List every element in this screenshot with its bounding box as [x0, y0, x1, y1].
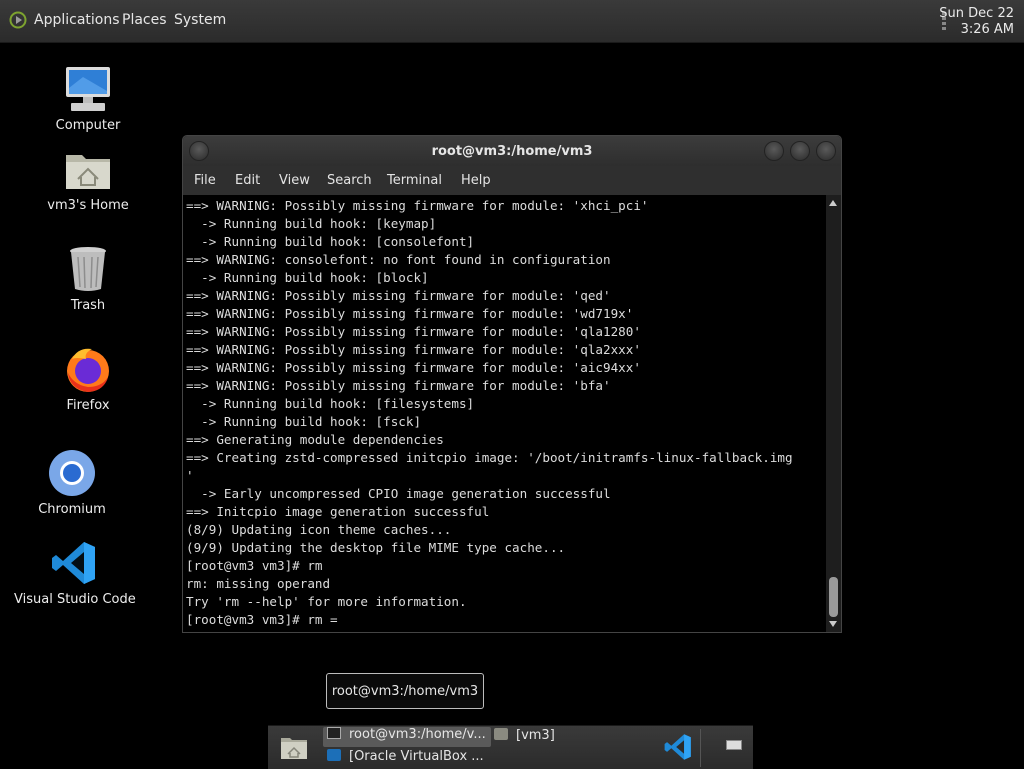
system-menu[interactable]: System: [174, 12, 226, 28]
desktop-icon-vscode[interactable]: Visual Studio Code: [14, 538, 136, 607]
menu-terminal[interactable]: Terminal: [387, 173, 442, 188]
desktop-icon-label: vm3's Home: [47, 198, 129, 213]
terminal-line: ==> WARNING: Possibly missing firmware f…: [186, 360, 641, 375]
firefox-icon: [67, 348, 109, 392]
terminal-line: [root@vm3 vm3]# rm =: [186, 612, 338, 627]
window-title: root@vm3:/home/vm3: [431, 144, 593, 159]
task-terminal[interactable]: root@vm3:/home/v...: [323, 727, 491, 747]
workspace-switcher-icon[interactable]: [726, 740, 742, 750]
system-menu-logo-icon[interactable]: [9, 11, 27, 29]
panel-separator: [700, 729, 701, 767]
terminal-line: [root@vm3 vm3]# rm: [186, 558, 323, 573]
task-vm3[interactable]: [vm3]: [494, 728, 604, 748]
terminal-line: -> Early uncompressed CPIO image generat…: [186, 486, 611, 501]
show-desktop-folder-icon[interactable]: [280, 734, 308, 760]
scroll-up-arrow-icon[interactable]: [829, 200, 837, 206]
terminal-line: ==> WARNING: Possibly missing firmware f…: [186, 288, 611, 303]
terminal-line: -> Running build hook: [fsck]: [186, 414, 422, 429]
task-label: root@vm3:/home/v...: [349, 727, 486, 742]
menu-view[interactable]: View: [279, 173, 310, 188]
terminal-icon: [327, 727, 341, 739]
terminal-line: ==> WARNING: Possibly missing firmware f…: [186, 306, 634, 321]
desktop-icon-label: Visual Studio Code: [14, 592, 136, 607]
terminal-line: ==> WARNING: consolefont: no font found …: [186, 252, 611, 267]
task-label: [Oracle VirtualBox ...: [349, 749, 484, 764]
top-panel: Applications Places System Sun Dec 22 3:…: [0, 0, 1024, 43]
trash-icon: [70, 247, 106, 291]
desktop-icon-trash[interactable]: Trash: [28, 244, 148, 313]
clock-date: Sun Dec 22: [939, 6, 1014, 21]
terminal-line: ==> Initcpio image generation successful: [186, 504, 490, 519]
terminal-line: Try 'rm --help' for more information.: [186, 594, 467, 609]
desktop-icon-label: Firefox: [66, 398, 110, 413]
chromium-icon: [49, 450, 95, 496]
applications-menu[interactable]: Applications: [34, 12, 120, 28]
terminal-line: ': [186, 468, 194, 483]
terminal-output[interactable]: ==> WARNING: Possibly missing firmware f…: [183, 195, 826, 632]
desktop-icon-label: Trash: [70, 298, 106, 313]
taskbar-tooltip: root@vm3:/home/vm3: [326, 673, 484, 709]
desktop-icon-label: Computer: [55, 118, 121, 133]
terminal-line: ==> Generating module dependencies: [186, 432, 444, 447]
tooltip-text: root@vm3:/home/vm3: [331, 684, 479, 699]
terminal-line: ==> WARNING: Possibly missing firmware f…: [186, 198, 649, 213]
menu-search[interactable]: Search: [327, 173, 372, 188]
task-virtualbox[interactable]: [Oracle VirtualBox ...: [327, 749, 487, 769]
vscode-launcher-icon[interactable]: [664, 733, 692, 761]
maximize-button[interactable]: [790, 141, 810, 161]
task-label: [vm3]: [516, 728, 555, 743]
minimize-button[interactable]: [764, 141, 784, 161]
terminal-line: (8/9) Updating icon theme caches...: [186, 522, 452, 537]
computer-icon: [66, 67, 110, 111]
terminal-line: ==> Creating zstd-compressed initcpio im…: [186, 450, 793, 465]
places-menu[interactable]: Places: [122, 12, 167, 28]
terminal-line: ==> WARNING: Possibly missing firmware f…: [186, 324, 641, 339]
terminal-menubar: File Edit View Search Terminal Help: [183, 166, 841, 195]
terminal-scrollbar[interactable]: [826, 195, 841, 632]
terminal-line: -> Running build hook: [filesystems]: [186, 396, 475, 411]
desktop-icon-home[interactable]: vm3's Home: [28, 144, 148, 213]
terminal-line: rm: missing operand: [186, 576, 331, 591]
clock[interactable]: Sun Dec 22 3:26 AM: [939, 6, 1014, 38]
menu-edit[interactable]: Edit: [235, 173, 260, 188]
terminal-line: -> Running build hook: [block]: [186, 270, 429, 285]
desktop-icon-label: Chromium: [38, 502, 106, 517]
scroll-down-arrow-icon[interactable]: [829, 621, 837, 627]
terminal-line: ==> WARNING: Possibly missing firmware f…: [186, 342, 641, 357]
virtualbox-icon: [327, 749, 341, 761]
desktop-icon-chromium[interactable]: Chromium: [12, 448, 132, 517]
scrollbar-thumb[interactable]: [829, 577, 838, 617]
home-folder-icon: [66, 155, 110, 189]
terminal-line: ==> WARNING: Possibly missing firmware f…: [186, 378, 611, 393]
terminal-line: -> Running build hook: [consolefont]: [186, 234, 475, 249]
terminal-line: (9/9) Updating the desktop file MIME typ…: [186, 540, 566, 555]
terminal-titlebar[interactable]: root@vm3:/home/vm3: [183, 136, 841, 166]
vscode-icon: [52, 542, 95, 584]
clock-time: 3:26 AM: [960, 22, 1014, 37]
bottom-panel: root@vm3:/home/v... [vm3] [Oracle Virtua…: [268, 725, 753, 769]
menu-help[interactable]: Help: [461, 173, 491, 188]
folder-icon: [494, 728, 508, 740]
close-button[interactable]: [816, 141, 836, 161]
desktop-icon-firefox[interactable]: Firefox: [28, 344, 148, 413]
menu-file[interactable]: File: [194, 173, 216, 188]
terminal-line: -> Running build hook: [keymap]: [186, 216, 437, 231]
desktop-icon-computer[interactable]: Computer: [28, 64, 148, 133]
terminal-window[interactable]: root@vm3:/home/vm3 File Edit View Search…: [182, 135, 842, 633]
